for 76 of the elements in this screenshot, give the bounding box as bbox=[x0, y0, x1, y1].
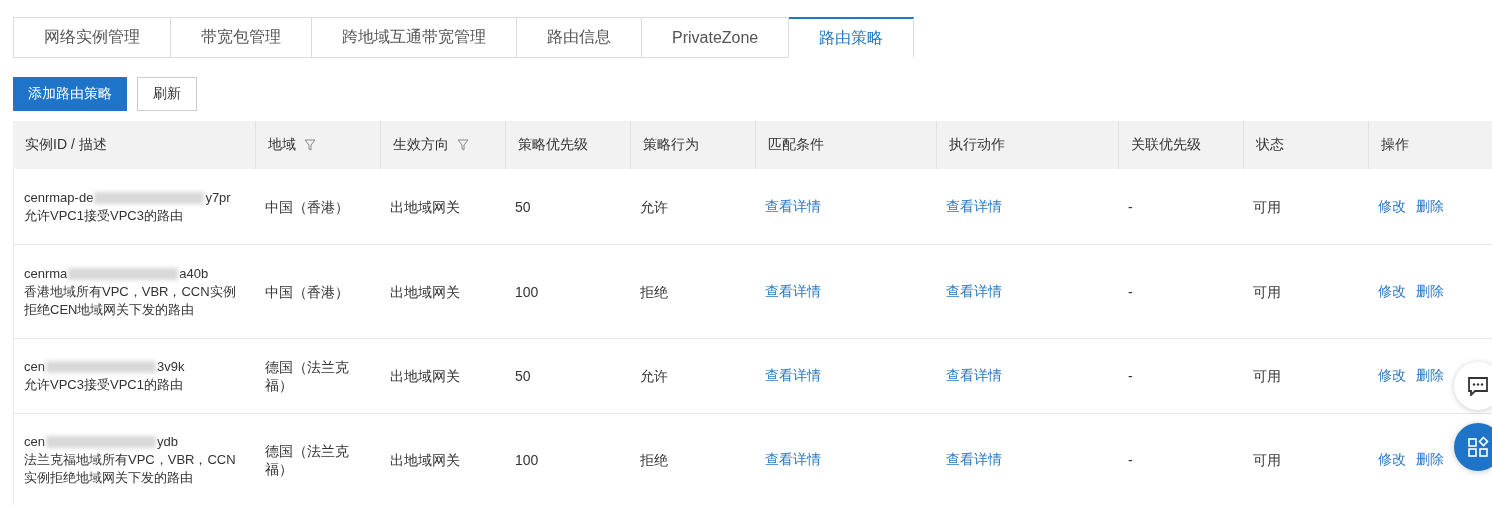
column-label: 地域 bbox=[268, 136, 296, 154]
table-cell: 出地域网关 bbox=[390, 282, 460, 301]
table-cell: 可用 bbox=[1253, 367, 1281, 385]
view-details-link[interactable]: 查看详情 bbox=[946, 450, 1002, 469]
edit-link[interactable]: 修改 bbox=[1378, 282, 1406, 301]
table-cell: - bbox=[1128, 450, 1133, 469]
tab[interactable]: 路由信息 bbox=[517, 17, 642, 58]
column-label: 策略行为 bbox=[643, 136, 699, 154]
table-cell: 可用 bbox=[1253, 450, 1281, 469]
table-cell: 50 bbox=[515, 197, 531, 216]
filter-icon[interactable] bbox=[457, 139, 469, 151]
view-details-link[interactable]: 查看详情 bbox=[765, 450, 821, 469]
table-cell: 可用 bbox=[1253, 197, 1281, 216]
instance-id: y7pr bbox=[205, 188, 231, 207]
table-cell: 允许 bbox=[640, 197, 668, 216]
delete-link[interactable]: 删除 bbox=[1416, 367, 1444, 385]
column-label: 执行动作 bbox=[949, 136, 1005, 154]
table-cell: 50 bbox=[515, 367, 531, 385]
table-cell: 允许 bbox=[640, 367, 668, 385]
tab[interactable]: 网络实例管理 bbox=[13, 17, 171, 58]
delete-link[interactable]: 删除 bbox=[1416, 450, 1444, 469]
column-label: 匹配条件 bbox=[768, 136, 824, 154]
tab[interactable]: 跨地域互通带宽管理 bbox=[312, 17, 517, 58]
table-cell: 100 bbox=[515, 282, 539, 301]
edit-link[interactable]: 修改 bbox=[1378, 197, 1406, 216]
table-cell: 出地域网关 bbox=[390, 197, 460, 216]
view-details-link[interactable]: 查看详情 bbox=[765, 367, 821, 385]
instance-id: cen bbox=[24, 358, 45, 376]
chat-icon bbox=[1467, 376, 1489, 396]
delete-link[interactable]: 删除 bbox=[1416, 197, 1444, 216]
instance-id: cen bbox=[24, 432, 45, 451]
table-cell: 100 bbox=[515, 450, 539, 469]
apps-icon bbox=[1467, 436, 1489, 458]
view-details-link[interactable]: 查看详情 bbox=[946, 197, 1002, 216]
table-cell: 拒绝 bbox=[640, 282, 668, 301]
table-cell: - bbox=[1128, 367, 1133, 385]
table-cell: 拒绝 bbox=[640, 450, 668, 469]
view-details-link[interactable]: 查看详情 bbox=[765, 282, 821, 301]
instance-id: ydb bbox=[156, 432, 178, 451]
view-details-link[interactable]: 查看详情 bbox=[765, 197, 821, 216]
instance-id: 3v9k bbox=[156, 358, 185, 376]
edit-link[interactable]: 修改 bbox=[1378, 367, 1406, 385]
table-cell: - bbox=[1128, 197, 1133, 216]
instance-id: cenrmap-de bbox=[24, 188, 94, 207]
instance-id: a40b bbox=[179, 264, 209, 283]
column-label: 关联优先级 bbox=[1131, 136, 1201, 154]
column-label: 操作 bbox=[1381, 136, 1409, 154]
description: 香港地域所有VPC，VBR，CCN实例拒绝CEN地域网关下发的路由 bbox=[24, 282, 237, 319]
table-cell-text: 德国（法兰克福） bbox=[265, 358, 350, 394]
table-cell: 中国（香港） bbox=[265, 197, 349, 216]
description: 法兰克福地域所有VPC，VBR，CCN实例拒绝地域网关下发的路由 bbox=[24, 450, 237, 487]
description: 允许VPC1接受VPC3的路由 bbox=[24, 206, 184, 225]
tab[interactable]: 路由策略 bbox=[789, 17, 915, 58]
apps-button[interactable] bbox=[1454, 423, 1492, 471]
tab[interactable]: PrivateZone bbox=[642, 17, 790, 58]
table-cell: 出地域网关 bbox=[390, 367, 460, 385]
description: 允许VPC3接受VPC1的路由 bbox=[24, 376, 184, 394]
table-cell: 出地域网关 bbox=[390, 450, 460, 469]
table-cell-text: 德国（法兰克福） bbox=[265, 441, 350, 478]
table-cell: - bbox=[1128, 282, 1133, 301]
column-label: 策略优先级 bbox=[518, 136, 588, 154]
tab[interactable]: 带宽包管理 bbox=[171, 17, 312, 58]
chat-button[interactable] bbox=[1454, 362, 1492, 410]
edit-link[interactable]: 修改 bbox=[1378, 450, 1406, 469]
view-details-link[interactable]: 查看详情 bbox=[946, 282, 1002, 301]
delete-link[interactable]: 删除 bbox=[1416, 282, 1444, 301]
column-label: 实例ID / 描述 bbox=[25, 136, 107, 154]
column-label: 状态 bbox=[1256, 136, 1284, 154]
add-route-policy-button[interactable]: 添加路由策略 bbox=[13, 77, 127, 111]
table-cell: 中国（香港） bbox=[265, 282, 349, 301]
filter-icon[interactable] bbox=[304, 139, 316, 151]
table-cell: 可用 bbox=[1253, 282, 1281, 301]
refresh-button[interactable]: 刷新 bbox=[137, 77, 197, 111]
instance-id: cenrma bbox=[24, 264, 68, 283]
view-details-link[interactable]: 查看详情 bbox=[946, 367, 1002, 385]
column-label: 生效方向 bbox=[393, 136, 449, 154]
